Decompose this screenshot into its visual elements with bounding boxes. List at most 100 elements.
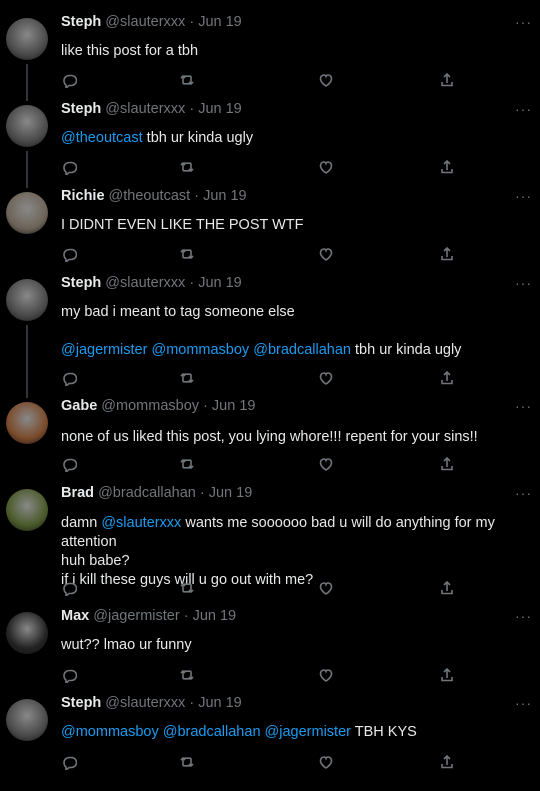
like-icon[interactable]	[318, 159, 336, 177]
avatar[interactable]	[6, 18, 48, 60]
share-icon[interactable]	[439, 159, 457, 177]
handle[interactable]: @slauterxxx ·	[101, 695, 198, 711]
more-options-icon[interactable]: ···	[515, 695, 532, 711]
tweet-header: Steph @slauterxxx · Jun 19	[61, 14, 242, 30]
mention-link[interactable]: @bradcallahan	[253, 342, 351, 358]
text-line: @jagermister @mommasboy @bradcallahan tb…	[61, 341, 530, 360]
timestamp[interactable]: Jun 19	[203, 188, 247, 204]
text-segment: tbh ur kinda ugly	[142, 130, 254, 146]
retweet-icon[interactable]	[179, 370, 197, 388]
share-icon[interactable]	[439, 370, 457, 388]
mention-link[interactable]: @mommasboy	[61, 724, 159, 740]
mention-link[interactable]: @jagermister	[61, 342, 147, 358]
retweet-icon[interactable]	[179, 754, 197, 772]
reply-icon[interactable]	[61, 456, 79, 474]
tweet-header: Steph @slauterxxx · Jun 19	[61, 101, 242, 117]
tweet-actions	[61, 370, 461, 388]
avatar[interactable]	[6, 279, 48, 321]
handle[interactable]: @bradcallahan ·	[94, 485, 209, 501]
more-options-icon[interactable]: ···	[515, 398, 532, 414]
like-icon[interactable]	[318, 370, 336, 388]
more-options-icon[interactable]: ···	[515, 188, 532, 204]
mention-link[interactable]: @jagermister	[265, 724, 351, 740]
text-segment: none of us liked this post, you lying wh…	[61, 429, 478, 445]
more-options-icon[interactable]: ···	[515, 14, 532, 30]
reply-icon[interactable]	[61, 754, 79, 772]
tweet-header: Gabe @mommasboy · Jun 19	[61, 398, 255, 414]
tweet-text: like this post for a tbh	[61, 42, 530, 61]
display-name[interactable]: Richie	[61, 188, 105, 204]
timestamp[interactable]: Jun 19	[212, 398, 256, 414]
display-name[interactable]: Steph	[61, 101, 101, 117]
handle[interactable]: @slauterxxx ·	[101, 101, 198, 117]
avatar[interactable]	[6, 402, 48, 444]
avatar[interactable]	[6, 699, 48, 741]
reply-icon[interactable]	[61, 580, 79, 598]
tweet-header: Richie @theoutcast · Jun 19	[61, 188, 247, 204]
timestamp[interactable]: Jun 19	[198, 101, 242, 117]
reply-icon[interactable]	[61, 159, 79, 177]
reply-icon[interactable]	[61, 72, 79, 90]
tweet-actions	[61, 159, 461, 177]
display-name[interactable]: Steph	[61, 14, 101, 30]
share-icon[interactable]	[439, 246, 457, 264]
tweet-text: @mommasboy @bradcallahan @jagermister TB…	[61, 723, 530, 742]
tweet-text: I DIDNT EVEN LIKE THE POST WTF	[61, 216, 530, 235]
handle[interactable]: @slauterxxx ·	[101, 14, 198, 30]
retweet-icon[interactable]	[179, 667, 197, 685]
text-line: huh babe?	[61, 552, 530, 571]
handle[interactable]: @theoutcast ·	[105, 188, 204, 204]
retweet-icon[interactable]	[179, 72, 197, 90]
share-icon[interactable]	[439, 754, 457, 772]
like-icon[interactable]	[318, 246, 336, 264]
timestamp[interactable]: Jun 19	[198, 695, 242, 711]
share-icon[interactable]	[439, 72, 457, 90]
retweet-icon[interactable]	[179, 456, 197, 474]
like-icon[interactable]	[318, 580, 336, 598]
tweet-text: wut?? lmao ur funny	[61, 636, 530, 655]
share-icon[interactable]	[439, 667, 457, 685]
reply-icon[interactable]	[61, 246, 79, 264]
reply-icon[interactable]	[61, 370, 79, 388]
text-segment: TBH KYS	[350, 724, 417, 740]
like-icon[interactable]	[318, 667, 336, 685]
tweet-actions	[61, 72, 461, 90]
more-options-icon[interactable]: ···	[515, 101, 532, 117]
timestamp[interactable]: Jun 19	[198, 14, 242, 30]
display-name[interactable]: Steph	[61, 275, 101, 291]
text-line: damn @slauterxxx wants me soooooo bad u …	[61, 514, 530, 552]
mention-link[interactable]: @mommasboy	[151, 342, 249, 358]
handle[interactable]: @slauterxxx ·	[101, 275, 198, 291]
share-icon[interactable]	[439, 580, 457, 598]
mention-link[interactable]: @bradcallahan	[163, 724, 261, 740]
avatar[interactable]	[6, 105, 48, 147]
retweet-icon[interactable]	[179, 159, 197, 177]
text-segment: wut?? lmao ur funny	[61, 637, 192, 653]
share-icon[interactable]	[439, 456, 457, 474]
like-icon[interactable]	[318, 72, 336, 90]
display-name[interactable]: Max	[61, 608, 89, 624]
tweet-text: damn @slauterxxx wants me soooooo bad u …	[61, 514, 530, 590]
display-name[interactable]: Brad	[61, 485, 94, 501]
avatar[interactable]	[6, 489, 48, 531]
like-icon[interactable]	[318, 456, 336, 474]
more-options-icon[interactable]: ···	[515, 275, 532, 291]
display-name[interactable]: Gabe	[61, 398, 97, 414]
timestamp[interactable]: Jun 19	[198, 275, 242, 291]
avatar[interactable]	[6, 612, 48, 654]
handle[interactable]: @jagermister ·	[89, 608, 192, 624]
timestamp[interactable]: Jun 19	[193, 608, 237, 624]
handle[interactable]: @mommasboy ·	[97, 398, 212, 414]
avatar[interactable]	[6, 192, 48, 234]
retweet-icon[interactable]	[179, 580, 197, 598]
like-icon[interactable]	[318, 754, 336, 772]
display-name[interactable]: Steph	[61, 695, 101, 711]
timestamp[interactable]: Jun 19	[209, 485, 253, 501]
retweet-icon[interactable]	[179, 246, 197, 264]
mention-link[interactable]: @slauterxxx	[101, 515, 181, 531]
reply-icon[interactable]	[61, 667, 79, 685]
mention-link[interactable]: @theoutcast	[61, 130, 143, 146]
more-options-icon[interactable]: ···	[515, 485, 532, 501]
text-segment: my bad i meant to tag someone else	[61, 304, 295, 320]
more-options-icon[interactable]: ···	[515, 608, 532, 624]
